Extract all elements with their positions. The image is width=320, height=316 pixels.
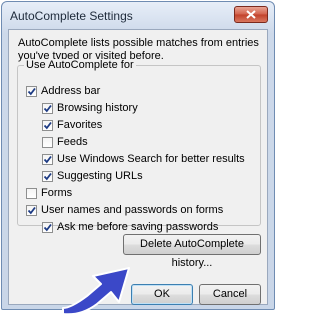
delete-autocomplete-history-button[interactable]: Delete AutoComplete history... — [123, 234, 261, 269]
checkbox-user-names-passwords[interactable]: User names and passwords on forms — [26, 203, 223, 217]
cancel-button[interactable]: Cancel — [199, 284, 261, 305]
checkmark-icon — [43, 223, 52, 231]
checkbox-box[interactable] — [42, 102, 53, 114]
checkbox-box[interactable] — [42, 221, 53, 233]
autocomplete-settings-dialog: AutoComplete Settings AutoComplete lists… — [1, 1, 275, 316]
checkbox-forms[interactable]: Forms — [26, 186, 72, 200]
checkbox-box[interactable] — [42, 136, 53, 148]
checkbox-favorites[interactable]: Favorites — [42, 118, 102, 132]
title-bar[interactable]: AutoComplete Settings — [2, 2, 274, 30]
checkbox-windows-search[interactable]: Use Windows Search for better results — [42, 152, 245, 166]
checkbox-box[interactable] — [42, 153, 53, 165]
checkbox-label: Address bar — [41, 85, 101, 97]
checkbox-box[interactable] — [26, 187, 37, 199]
dialog-content: AutoComplete lists possible matches from… — [8, 29, 268, 316]
close-button[interactable] — [234, 6, 268, 23]
checkbox-label: Favorites — [57, 119, 103, 131]
checkmark-icon — [43, 155, 52, 163]
pointer-arrow-icon — [62, 267, 130, 316]
checkmark-icon — [43, 104, 52, 112]
checkmark-icon — [43, 172, 52, 180]
ok-button[interactable]: OK — [131, 284, 193, 305]
group-label: Use AutoComplete for — [24, 59, 136, 71]
checkmark-icon — [27, 206, 36, 214]
checkbox-label: Use Windows Search for better results — [57, 153, 245, 165]
checkbox-label: Ask me before saving passwords — [57, 221, 219, 233]
checkbox-feeds[interactable]: Feeds — [42, 135, 88, 149]
checkbox-label: Feeds — [57, 136, 88, 148]
close-icon — [246, 10, 256, 19]
checkbox-box[interactable] — [26, 204, 37, 216]
dialog-title: AutoComplete Settings — [10, 9, 133, 23]
checkbox-label: Forms — [41, 187, 73, 199]
checkmark-icon — [43, 121, 52, 129]
checkbox-suggesting-urls[interactable]: Suggesting URLs — [42, 169, 143, 183]
checkbox-ask-before-saving[interactable]: Ask me before saving passwords — [42, 220, 218, 234]
checkbox-label: User names and passwords on forms — [41, 204, 224, 216]
checkbox-box[interactable] — [42, 170, 53, 182]
checkmark-icon — [27, 87, 36, 95]
checkbox-address-bar[interactable]: Address bar — [26, 84, 100, 98]
checkbox-label: Browsing history — [57, 102, 138, 114]
checkbox-box[interactable] — [42, 119, 53, 131]
checkbox-label: Suggesting URLs — [57, 170, 143, 182]
checkbox-browsing-history[interactable]: Browsing history — [42, 101, 138, 115]
checkbox-box[interactable] — [26, 85, 37, 97]
